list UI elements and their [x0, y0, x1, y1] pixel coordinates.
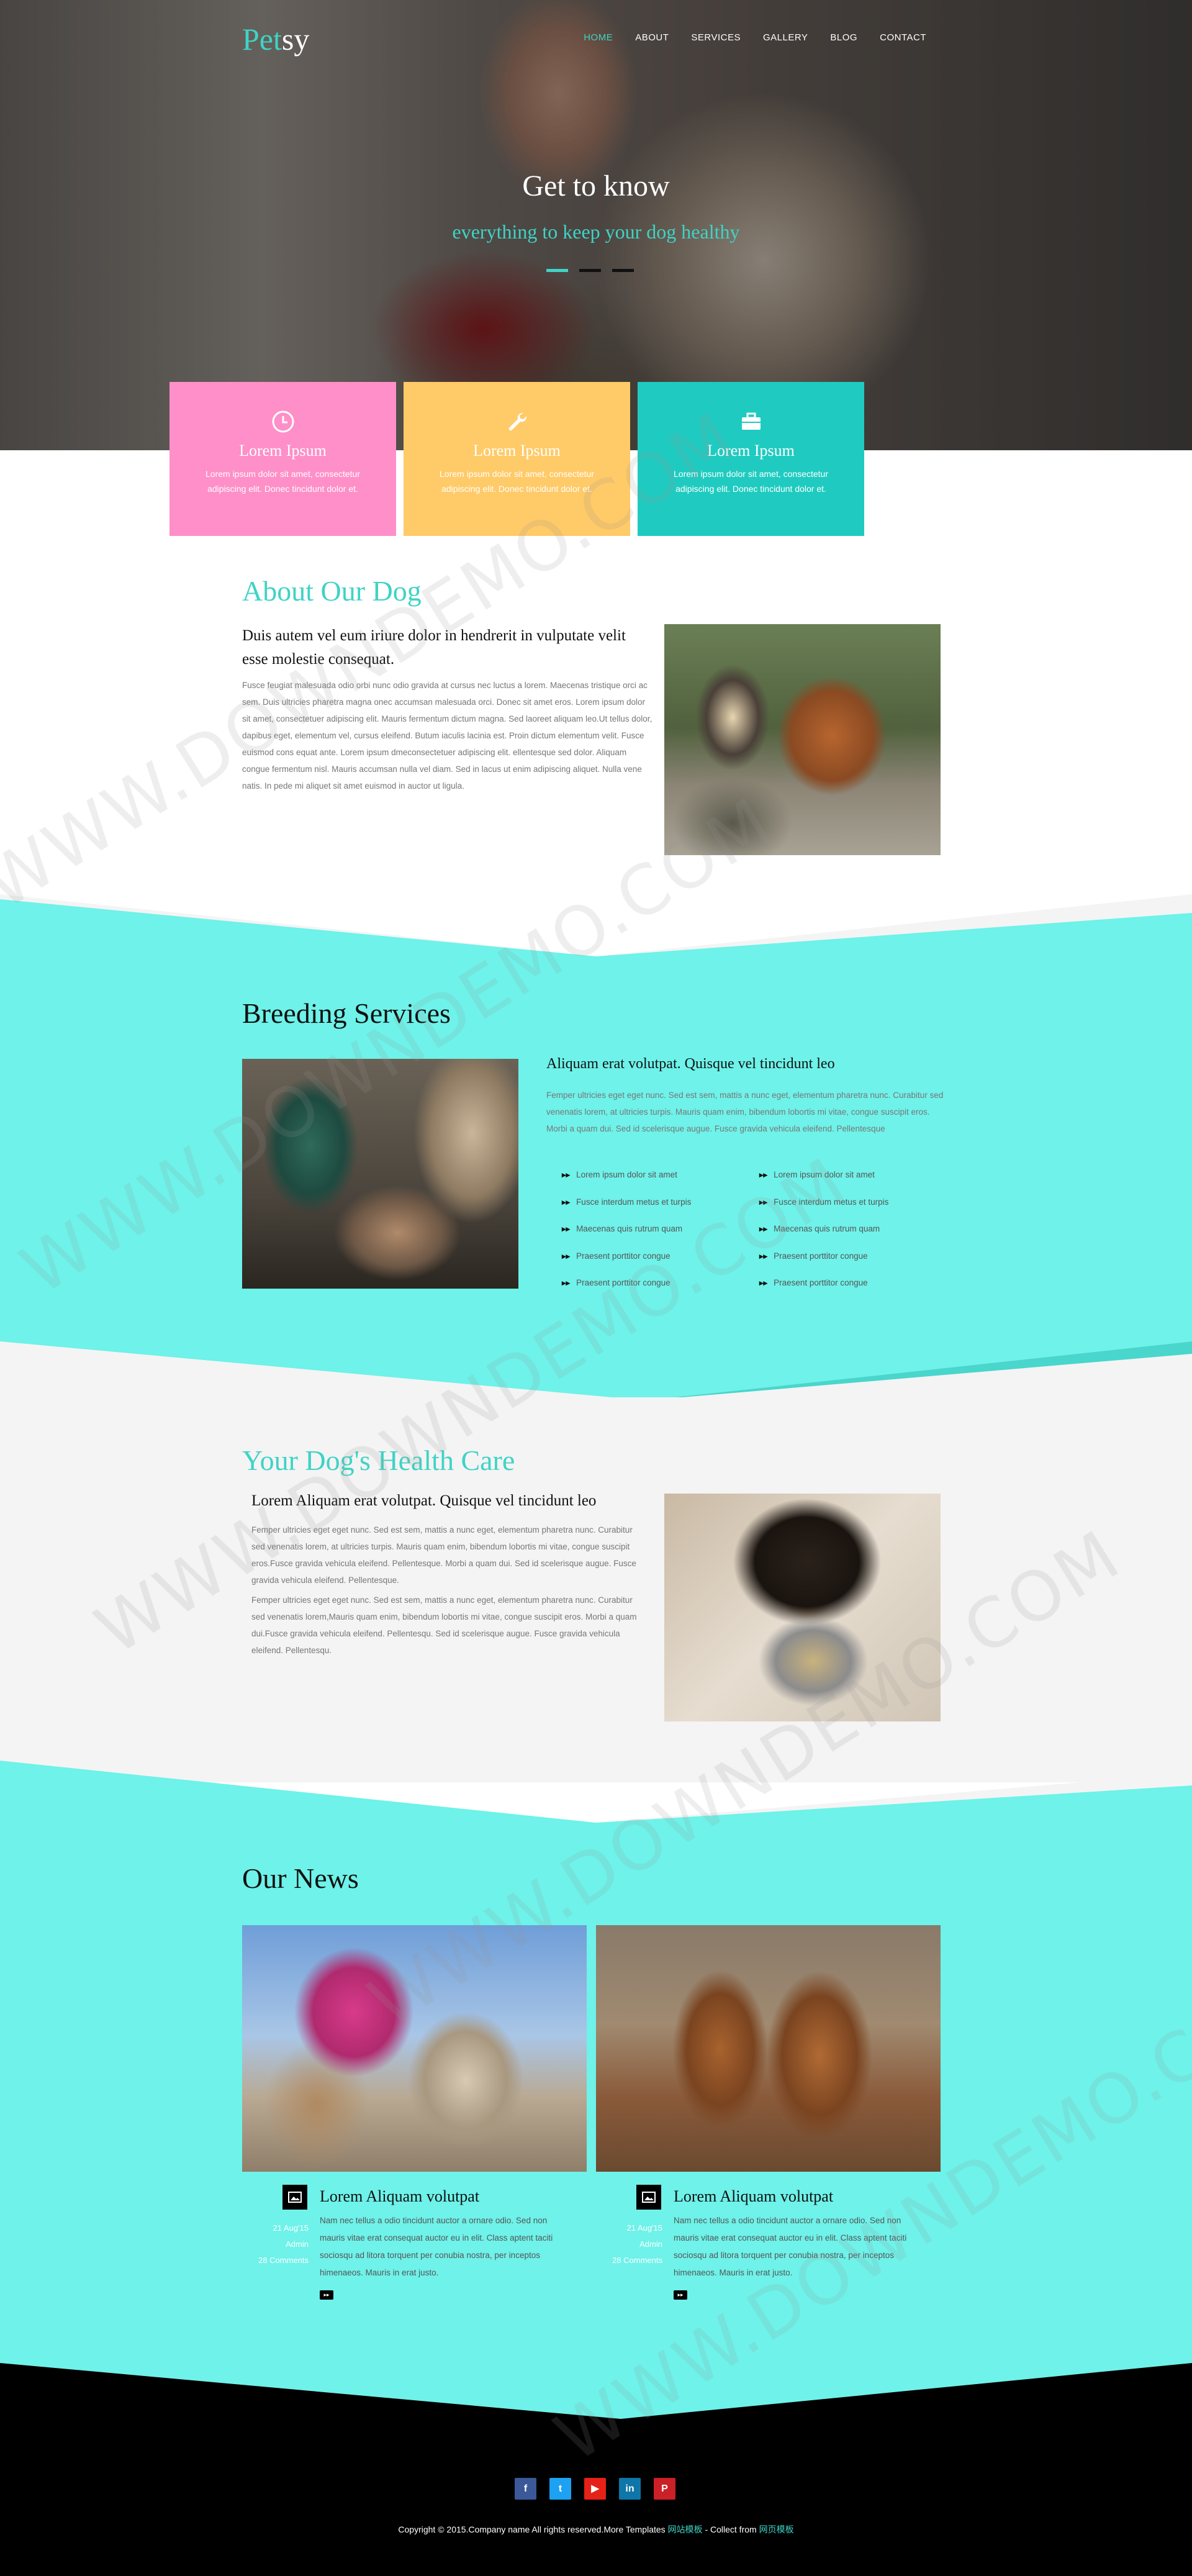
- youtube-icon[interactable]: ▶: [584, 2478, 606, 2500]
- news-meta-1: 21 Aug'15 Admin 28 Comments: [236, 2220, 309, 2269]
- breeding-lead: Aliquam erat volutpat. Quisque vel tinci…: [546, 1056, 835, 1072]
- slider-dot-2[interactable]: [579, 269, 601, 272]
- breeding-list-right: ▸▸ Lorem ipsum dolor sit amet ▸▸ Fusce int…: [759, 1169, 888, 1304]
- slider-dots: [546, 269, 634, 272]
- double-arrow-icon: ▸▸: [759, 1251, 768, 1261]
- linkedin-icon[interactable]: in: [619, 2478, 641, 2500]
- collect-link[interactable]: 网页模板: [759, 2524, 794, 2534]
- slider-dot-3[interactable]: [612, 269, 634, 272]
- list-item: ▸▸ Lorem ipsum dolor sit amet: [759, 1169, 888, 1196]
- feature-box-2[interactable]: Lorem Ipsum Lorem ipsum dolor sit amet, …: [404, 382, 630, 536]
- health-photo: [664, 1494, 941, 1721]
- breeding-text: Femper ultricies eget eget nunc. Sed est…: [546, 1091, 944, 1133]
- news-author[interactable]: Admin: [236, 2236, 309, 2252]
- feature-title: Lorem Ipsum: [707, 442, 795, 460]
- about-title: About Our Dog: [242, 575, 422, 607]
- templates-link[interactable]: 网站模板: [668, 2524, 703, 2534]
- double-arrow-icon: ▸▸: [759, 1224, 768, 1233]
- list-item: ▸▸ Lorem ipsum dolor sit amet: [562, 1169, 691, 1196]
- news-item-title[interactable]: Lorem Aliquam volutpat: [674, 2187, 833, 2206]
- double-arrow-icon: ▸▸: [562, 1170, 571, 1179]
- news-photo-2[interactable]: [596, 1925, 941, 2172]
- double-arrow-icon: ▸▸: [562, 1278, 571, 1287]
- list-item: ▸▸ Maecenas quis rutrum quam: [562, 1223, 691, 1250]
- read-more-icon[interactable]: ▸▸: [674, 2290, 687, 2300]
- nav-services[interactable]: SERVICES: [691, 32, 741, 43]
- list-item: ▸▸ Praesent porttitor congue: [562, 1277, 691, 1304]
- double-arrow-icon: ▸▸: [562, 1251, 571, 1261]
- facebook-icon[interactable]: f: [515, 2478, 536, 2500]
- feature-text: Lorem ipsum dolor sit amet, consectetur …: [674, 469, 828, 494]
- list-item: ▸▸ Praesent porttitor congue: [562, 1250, 691, 1277]
- briefcase-icon: [741, 412, 761, 430]
- health-text-1: Femper ultricies eget eget nunc. Sed est…: [251, 1525, 636, 1585]
- list-item: ▸▸ Praesent porttitor congue: [759, 1277, 888, 1304]
- twitter-icon[interactable]: t: [549, 2478, 571, 2500]
- news-photo-1[interactable]: [242, 1925, 587, 2172]
- nav-blog[interactable]: BLOG: [830, 32, 857, 43]
- health-text-2: Femper ultricies eget eget nunc. Sed est…: [251, 1595, 637, 1655]
- double-arrow-icon: ▸▸: [759, 1170, 768, 1179]
- list-item: ▸▸ Praesent porttitor congue: [759, 1250, 888, 1277]
- image-post-icon: [636, 2185, 661, 2210]
- news-comments[interactable]: 28 Comments: [236, 2252, 309, 2269]
- wrench-icon: [508, 412, 526, 431]
- feature-title: Lorem Ipsum: [239, 442, 327, 460]
- news-meta-2: 21 Aug'15 Admin 28 Comments: [590, 2220, 662, 2269]
- feature-box-1[interactable]: Lorem Ipsum Lorem ipsum dolor sit amet, …: [169, 382, 396, 536]
- news-item-text: Nam nec tellus a odio tincidunt auctor a…: [674, 2216, 907, 2277]
- image-post-icon: [282, 2185, 307, 2210]
- news-date: 21 Aug'15: [626, 2223, 662, 2233]
- read-more-icon[interactable]: ▸▸: [320, 2290, 333, 2300]
- breeding-title: Breeding Services: [242, 997, 451, 1029]
- feature-text: Lorem ipsum dolor sit amet, consectetur …: [205, 469, 360, 494]
- news-item-text: Nam nec tellus a odio tincidunt auctor a…: [320, 2216, 553, 2277]
- nav-contact[interactable]: CONTACT: [880, 32, 926, 43]
- hero-subtitle: everything to keep your dog healthy: [452, 220, 740, 243]
- copyright: Copyright © 2015.Company name All rights…: [398, 2524, 794, 2534]
- nav-about[interactable]: ABOUT: [635, 32, 669, 43]
- news-date: 21 Aug'15: [273, 2223, 309, 2233]
- about-lead: Duis autem vel eum iriure dolor in hendr…: [242, 627, 626, 668]
- list-item: ▸▸ Fusce interdum metus et turpis: [759, 1196, 888, 1223]
- hero-title: Get to know: [522, 170, 670, 202]
- double-arrow-icon: ▸▸: [562, 1197, 571, 1207]
- breeding-band: [0, 894, 1192, 1404]
- news-author[interactable]: Admin: [590, 2236, 662, 2252]
- main-nav: HOME ABOUT SERVICES GALLERY BLOG CONTACT: [584, 32, 926, 43]
- breeding-list-left: ▸▸ Lorem ipsum dolor sit amet ▸▸ Fusce int…: [562, 1169, 691, 1304]
- nav-gallery[interactable]: GALLERY: [763, 32, 808, 43]
- pinterest-icon[interactable]: P: [654, 2478, 675, 2500]
- slider-dot-1[interactable]: [546, 269, 568, 272]
- news-item-title[interactable]: Lorem Aliquam volutpat: [320, 2187, 479, 2206]
- health-title: Your Dog's Health Care: [242, 1444, 515, 1476]
- about-photo: [664, 624, 941, 855]
- health-lead: Lorem Aliquam erat volutpat. Quisque vel…: [251, 1492, 597, 1509]
- nav-home[interactable]: HOME: [584, 32, 613, 43]
- health-band: [0, 1397, 1192, 1782]
- feature-box-3[interactable]: Lorem Ipsum Lorem ipsum dolor sit amet, …: [638, 382, 864, 536]
- social-links: f t ▶ in P: [515, 2478, 675, 2500]
- feature-title: Lorem Ipsum: [473, 442, 561, 460]
- feature-text: Lorem ipsum dolor sit amet, consectetur …: [440, 469, 594, 494]
- list-item: ▸▸ Fusce interdum metus et turpis: [562, 1196, 691, 1223]
- list-item: ▸▸ Maecenas quis rutrum quam: [759, 1223, 888, 1250]
- double-arrow-icon: ▸▸: [759, 1197, 768, 1207]
- site-logo[interactable]: Petsy: [242, 21, 309, 57]
- about-text: Fusce feugiat malesuada odio orbi nunc o…: [242, 681, 652, 791]
- clock-icon: [272, 410, 294, 433]
- double-arrow-icon: ▸▸: [562, 1224, 571, 1233]
- news-comments[interactable]: 28 Comments: [590, 2252, 662, 2269]
- double-arrow-icon: ▸▸: [759, 1278, 768, 1287]
- breeding-photo: [242, 1059, 518, 1289]
- footer: [0, 2363, 1192, 2576]
- news-title: Our News: [242, 1862, 359, 1894]
